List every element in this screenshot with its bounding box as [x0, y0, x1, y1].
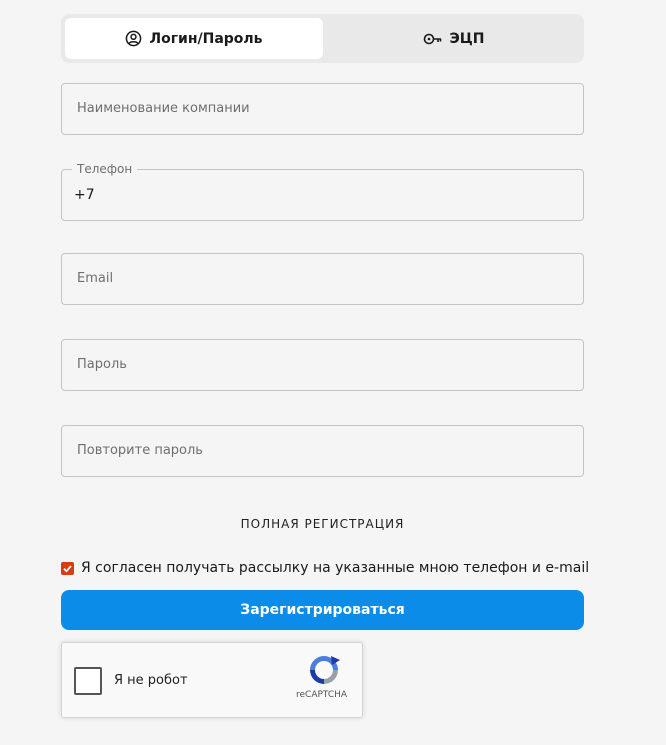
tab-login-password[interactable]: Логин/Пароль	[65, 18, 323, 59]
consent-checkbox[interactable]	[61, 561, 74, 575]
key-icon	[423, 32, 443, 46]
full-registration-title: ПОЛНАЯ РЕГИСТРАЦИЯ	[240, 517, 405, 531]
phone-value: +7	[74, 187, 95, 203]
phone-field[interactable]: Телефон +7	[61, 162, 584, 221]
consent-row: Я согласен получать рассылку на указанны…	[61, 560, 589, 576]
password-repeat-field[interactable]: Повторите пароль	[61, 425, 584, 477]
tab-login-password-label: Логин/Пароль	[149, 30, 263, 47]
tab-ecp[interactable]: ЭЦП	[327, 18, 580, 59]
recaptcha-logo-icon	[310, 656, 340, 684]
recaptcha-label: Я не робот	[114, 673, 188, 688]
user-circle-icon	[125, 30, 142, 47]
register-button-label: Зарегистрироваться	[240, 602, 405, 618]
password-repeat-placeholder: Повторите пароль	[77, 443, 203, 458]
password-field[interactable]: Пароль	[61, 339, 584, 391]
password-placeholder: Пароль	[77, 357, 127, 372]
phone-label: Телефон	[72, 162, 138, 176]
consent-label: Я согласен получать рассылку на указанны…	[81, 560, 590, 576]
tab-ecp-label: ЭЦП	[449, 30, 485, 47]
recaptcha-brand: reCAPTCHA	[296, 690, 348, 700]
company-name-placeholder: Наименование компании	[77, 101, 250, 116]
checkmark-icon	[63, 564, 72, 573]
registration-page: Логин/Пароль ЭЦП Наименование компании Т…	[0, 0, 666, 745]
company-name-field[interactable]: Наименование компании	[61, 83, 584, 135]
auth-tabs: Логин/Пароль ЭЦП	[61, 14, 584, 63]
recaptcha-widget: Я не робот reCAPTCHA	[61, 642, 363, 718]
email-field[interactable]: Email	[61, 253, 584, 305]
email-placeholder: Email	[77, 271, 114, 286]
register-button[interactable]: Зарегистрироваться	[61, 590, 584, 630]
recaptcha-checkbox[interactable]	[74, 667, 102, 695]
